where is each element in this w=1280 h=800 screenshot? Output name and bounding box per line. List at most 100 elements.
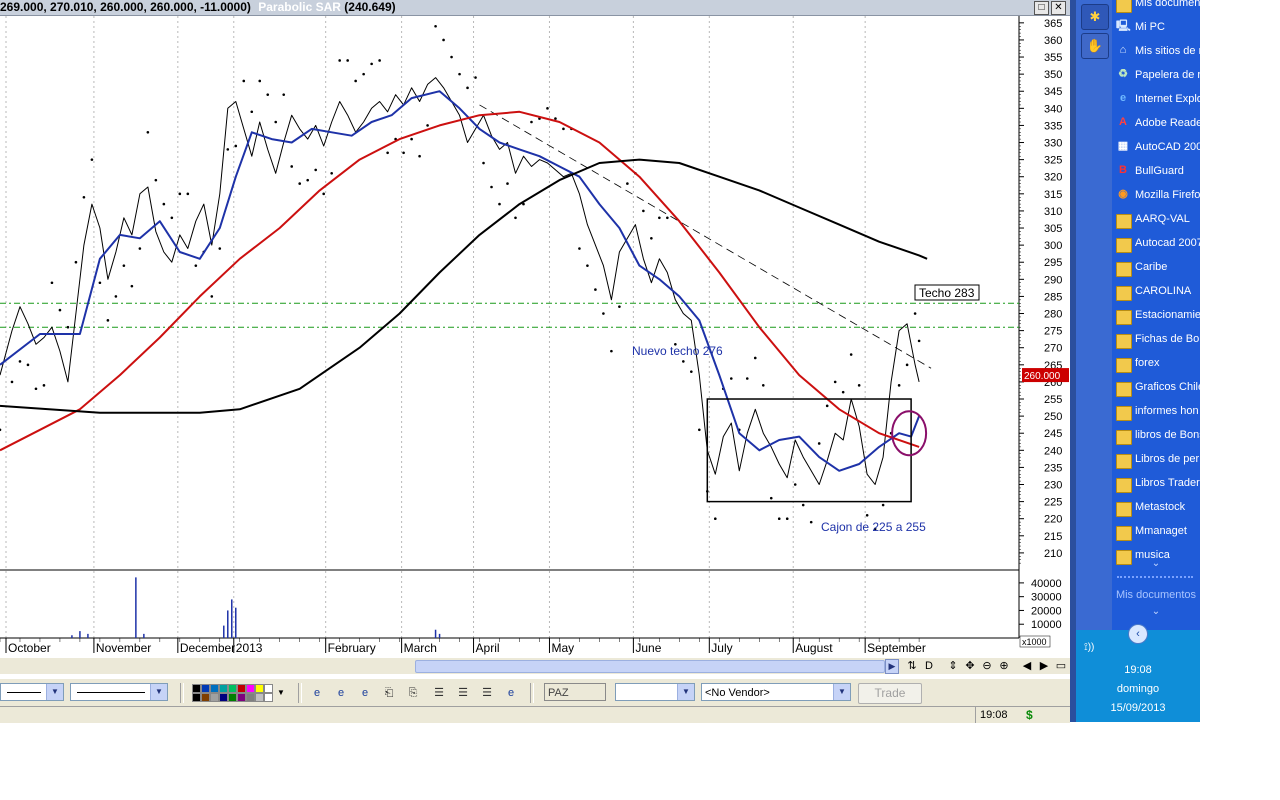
chevron-down-icon[interactable]: ▼ <box>677 684 694 700</box>
layout-icon[interactable]: ☰ <box>432 686 446 700</box>
desktop-item[interactable]: forex <box>1112 352 1200 374</box>
next-icon[interactable]: ▶ <box>1037 659 1051 673</box>
color-swatch[interactable] <box>219 693 228 702</box>
chevron-down-icon[interactable]: ▼ <box>150 684 167 700</box>
prev-icon[interactable]: ◀ <box>1020 659 1034 673</box>
desktop-item[interactable]: 🖳 Mi PC <box>1112 16 1200 38</box>
scroll-right-arrow[interactable]: ▶ <box>885 659 899 674</box>
ie-link-icon[interactable]: e <box>310 686 324 700</box>
symbol-field[interactable]: PAZ <box>544 683 606 701</box>
sar-dot <box>130 284 134 288</box>
interval-select[interactable]: ▼ <box>615 683 695 701</box>
desktop-item[interactable]: Caribe <box>1112 256 1200 278</box>
zoom-out-icon[interactable]: ⊖ <box>980 659 994 673</box>
vendor-select[interactable]: <No Vendor> ▼ <box>701 683 851 701</box>
color-swatch[interactable] <box>192 693 201 702</box>
desktop-item[interactable]: Fichas de Bon <box>1112 328 1200 350</box>
sar-dot <box>801 503 805 507</box>
sar-dot <box>74 260 78 264</box>
color-swatch[interactable] <box>246 693 255 702</box>
expand-chevron-icon[interactable]: ⌄ <box>1112 606 1200 617</box>
close-button[interactable]: ✕ <box>1051 1 1066 15</box>
price-chart[interactable]: Techo 283 Nuevo techo 276 Cajon de 225 a 2… <box>0 16 1070 658</box>
sar-dot <box>162 202 166 206</box>
restore-button[interactable]: □ <box>1034 1 1049 15</box>
desktop-item[interactable]: libros de Bons <box>1112 424 1200 446</box>
desktop-item[interactable]: AARQ-VAL <box>1112 208 1200 230</box>
extract-icon[interactable]: ⎘ <box>406 686 420 700</box>
color-swatch[interactable] <box>237 684 246 693</box>
y-tick-label: 210 <box>1044 548 1062 560</box>
color-swatch[interactable] <box>210 684 219 693</box>
ie-link-icon[interactable]: e <box>504 686 518 700</box>
sar-dot <box>330 172 333 175</box>
color-swatch[interactable] <box>228 693 237 702</box>
layout-icon[interactable]: ☰ <box>480 686 494 700</box>
chevron-down-icon[interactable]: ▼ <box>46 684 63 700</box>
color-swatch[interactable] <box>264 693 273 702</box>
d-icon[interactable]: D <box>922 659 936 673</box>
color-swatch[interactable] <box>228 684 237 693</box>
palette-dropdown-icon[interactable]: ▼ <box>274 686 288 700</box>
desktop-item[interactable]: Graficos Chile <box>1112 376 1200 398</box>
color-swatch[interactable] <box>210 693 219 702</box>
desktop-item[interactable]: Libros de perr <box>1112 448 1200 470</box>
desktop-item[interactable]: Mis documen <box>1112 0 1200 14</box>
color-swatch[interactable] <box>201 693 210 702</box>
desktop-item[interactable]: ◉ Mozilla Firefox <box>1112 184 1200 206</box>
scroll-thumb[interactable] <box>415 660 885 673</box>
desktop-item[interactable]: ♻ Papelera de r <box>1112 64 1200 86</box>
color-swatch[interactable] <box>192 684 201 693</box>
fit-icon[interactable]: ▭ <box>1054 659 1068 673</box>
app-shortcut-icon[interactable]: ✋ <box>1081 33 1109 59</box>
folder-icon <box>1116 526 1132 541</box>
y-tick-label: 230 <box>1044 480 1062 492</box>
zoom-in-icon[interactable]: ⊕ <box>997 659 1011 673</box>
color-swatch[interactable] <box>219 684 228 693</box>
insert-icon[interactable]: ⎗ <box>382 686 396 700</box>
updown-icon[interactable]: ⇕ <box>946 659 960 673</box>
move-icon[interactable]: ✥ <box>963 659 977 673</box>
expand-chevron-icon[interactable]: ⌄ <box>1112 558 1200 569</box>
desktop-item[interactable]: A Adobe Reade <box>1112 112 1200 134</box>
currency-icon[interactable]: $ <box>1026 707 1033 723</box>
color-swatch[interactable] <box>255 693 264 702</box>
desktop-item[interactable]: B BullGuard <box>1112 160 1200 182</box>
desktop-item[interactable]: Metastock <box>1112 496 1200 518</box>
desktop-item[interactable]: e Internet Explo <box>1112 88 1200 110</box>
sync-icon[interactable]: ⇅ <box>905 659 919 673</box>
line-style-select[interactable]: ▼ <box>0 683 64 701</box>
sar-dot <box>546 107 549 110</box>
y-tick-label: 320 <box>1044 172 1062 184</box>
color-swatch[interactable] <box>246 684 255 693</box>
desktop-item[interactable]: ▦ AutoCAD 200 <box>1112 136 1200 158</box>
trade-button[interactable]: Trade <box>858 683 922 704</box>
desktop-item-label: forex <box>1135 357 1160 369</box>
color-swatch[interactable] <box>255 684 264 693</box>
chevron-down-icon[interactable]: ▼ <box>833 684 850 700</box>
line-width-select[interactable]: ▼ <box>70 683 168 701</box>
spider-app-icon[interactable]: ✱ <box>1081 4 1109 30</box>
desktop-item[interactable]: informes hon <box>1112 400 1200 422</box>
sar-dot <box>106 319 110 322</box>
color-swatch[interactable] <box>264 684 273 693</box>
sar-dot <box>146 130 150 134</box>
desktop-item[interactable]: ⌂ Mis sitios de r <box>1112 40 1200 62</box>
ie-link-icon[interactable]: e <box>358 686 372 700</box>
sar-dot <box>210 295 214 298</box>
color-swatch[interactable] <box>201 684 210 693</box>
system-tray: ‹ ⟟)) 19:08 domingo 15/09/2013 <box>1076 624 1200 722</box>
desktop-item[interactable]: Estacionamien <box>1112 304 1200 326</box>
desktop-item[interactable]: Mmanaget <box>1112 520 1200 542</box>
tray-toggle-icon[interactable]: ‹ <box>1128 624 1148 644</box>
network-icon[interactable]: ⟟)) <box>1084 642 1094 653</box>
desktop-item[interactable]: Libros Trader <box>1112 472 1200 494</box>
color-swatch[interactable] <box>237 693 246 702</box>
sar-dot <box>594 288 597 291</box>
ie-link-icon[interactable]: e <box>334 686 348 700</box>
my-documents-link[interactable]: Mis documentos <box>1112 589 1200 601</box>
desktop-item[interactable]: Autocad 2007 <box>1112 232 1200 254</box>
color-palette[interactable] <box>192 684 276 702</box>
layout-icon[interactable]: ☰ <box>456 686 470 700</box>
desktop-item[interactable]: CAROLINA <box>1112 280 1200 302</box>
